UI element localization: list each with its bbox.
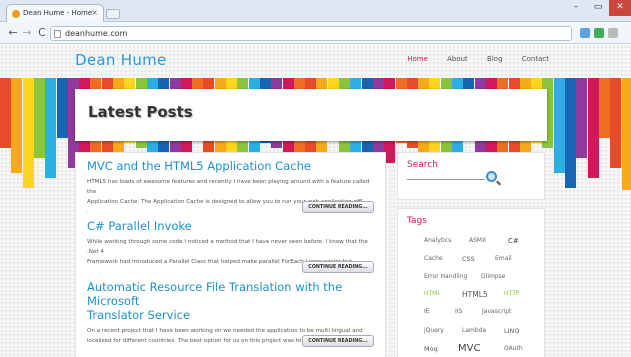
continue-reading-button[interactable]: CONTINUE READING...: [302, 335, 374, 347]
nav-home[interactable]: Home: [407, 55, 428, 63]
search-panel: Search: [397, 152, 545, 200]
search-heading: Search: [407, 160, 438, 170]
tag-link[interactable]: Lambda: [462, 327, 486, 334]
browser-tab-strip: Dean Hume - Home × – ▭ ✕: [0, 0, 631, 22]
tag-link[interactable]: IIS: [455, 308, 462, 315]
stripe: [0, 78, 11, 148]
tags-heading: Tags: [407, 216, 427, 226]
stripe: [56, 78, 68, 138]
search-icon[interactable]: [486, 171, 497, 182]
nav-blog[interactable]: Blog: [487, 55, 502, 63]
tag-link[interactable]: C#: [508, 237, 519, 245]
post-title[interactable]: Automatic Resource File Translation with…: [87, 280, 385, 322]
stripe: [11, 78, 23, 173]
forward-button[interactable]: →: [20, 26, 34, 40]
nav-contact[interactable]: Contact: [522, 55, 549, 63]
minimize-button[interactable]: –: [565, 0, 587, 16]
site-header: Dean Hume Home About Blog Contact: [75, 45, 549, 77]
new-tab-button[interactable]: [106, 9, 120, 19]
tag-link[interactable]: HTTP: [504, 290, 519, 297]
back-button[interactable]: ←: [6, 26, 20, 40]
address-bar[interactable]: deanhume.com ☆: [50, 26, 618, 41]
tags-panel: Tags Analytics ASMX C# Cache CSS Email Error H…: [397, 208, 545, 357]
posts-column: MVC and the HTML5 Application Cache HTML…: [75, 152, 386, 357]
tag-link[interactable]: HTML: [424, 290, 441, 297]
extension-icon[interactable]: [580, 28, 590, 38]
browser-tab[interactable]: Dean Hume - Home ×: [6, 4, 104, 22]
tag-link[interactable]: Moq: [424, 345, 438, 353]
main-nav: Home About Blog Contact: [390, 55, 549, 63]
stripe: [565, 78, 576, 188]
stripe: [610, 78, 622, 168]
post-title[interactable]: MVC and the HTML5 Application Cache: [87, 159, 377, 173]
tag-link[interactable]: Email: [495, 255, 512, 262]
tag-link[interactable]: OAuth: [504, 345, 523, 352]
maximize-button[interactable]: ▭: [587, 0, 609, 16]
post-title[interactable]: C# Parallel Invoke: [87, 219, 377, 233]
stripe: [553, 78, 565, 173]
page-title: Latest Posts: [88, 103, 193, 121]
tag-link[interactable]: MVC: [458, 343, 480, 354]
stripe: [621, 78, 631, 190]
tag-link[interactable]: CSS: [462, 255, 475, 263]
tag-link[interactable]: Javascript: [482, 308, 511, 315]
search-input[interactable]: [407, 179, 485, 180]
post-item: C# Parallel Invoke While working through…: [87, 219, 377, 267]
tag-link[interactable]: LINQ: [504, 327, 520, 335]
continue-reading-button[interactable]: CONTINUE READING...: [302, 261, 374, 273]
tag-link[interactable]: Analytics: [424, 237, 451, 244]
tab-close-icon[interactable]: ×: [91, 8, 98, 17]
tag-link[interactable]: Error Handling: [424, 273, 467, 280]
nav-about[interactable]: About: [447, 55, 468, 63]
hero-banner: Latest Posts: [75, 89, 547, 141]
web-page: Dean Hume Home About Blog Contact Latest…: [0, 45, 631, 357]
site-logo[interactable]: Dean Hume: [75, 51, 167, 69]
favicon-icon: [12, 10, 20, 18]
close-window-button[interactable]: ✕: [609, 0, 631, 16]
stripe: [45, 78, 57, 178]
tag-link[interactable]: HTML5: [462, 290, 488, 299]
url-text: deanhume.com: [65, 29, 128, 38]
page-icon: [54, 30, 61, 38]
stripe: [598, 78, 610, 138]
tag-link[interactable]: ASMX: [469, 237, 486, 244]
stripe: [576, 78, 588, 158]
stripe: [22, 78, 34, 188]
wrench-menu-icon[interactable]: [608, 28, 618, 38]
tag-link[interactable]: jQuery: [424, 327, 444, 334]
stripe: [33, 78, 45, 158]
extension-icon[interactable]: [594, 28, 604, 38]
browser-toolbar: ← → C deanhume.com ☆: [0, 22, 631, 44]
stripe: [587, 78, 599, 178]
tag-link[interactable]: IE: [424, 308, 430, 315]
tag-link[interactable]: Glimpse: [481, 273, 505, 280]
continue-reading-button[interactable]: CONTINUE READING...: [302, 201, 374, 213]
tab-title: Dean Hume - Home: [23, 9, 93, 17]
reload-button[interactable]: C: [35, 26, 49, 40]
tag-link[interactable]: Cache: [424, 255, 443, 262]
